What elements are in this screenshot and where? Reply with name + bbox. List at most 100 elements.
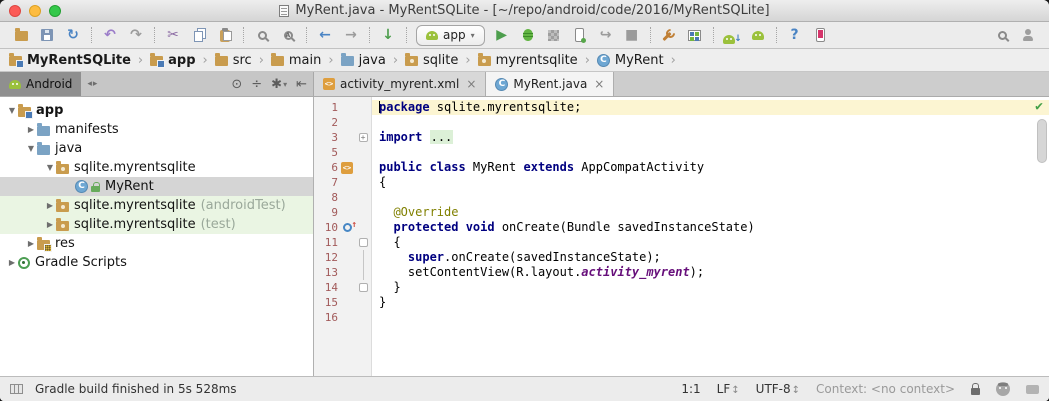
code-line[interactable] [372, 310, 1049, 325]
undo-button[interactable]: ↶ [98, 24, 122, 46]
view-switch-arrows-icon[interactable]: ◂▸ [87, 79, 98, 89]
paste-button[interactable] [213, 24, 237, 46]
cut-button[interactable]: ✂ [161, 24, 185, 46]
breadcrumb-item[interactable]: java [340, 53, 387, 68]
tree-collapsed-arrow-icon[interactable]: ▶ [25, 125, 37, 134]
back-button[interactable]: ← [313, 24, 337, 46]
breadcrumb-item[interactable]: src [214, 53, 253, 68]
avd-manager-button[interactable] [683, 24, 707, 46]
override-gutter-cell[interactable] [338, 220, 357, 232]
breadcrumb-item[interactable]: MyRentSQLite [8, 53, 132, 68]
run-device-button[interactable] [568, 24, 592, 46]
fold-cell[interactable] [356, 235, 370, 250]
tree-item[interactable]: ▼ app [0, 101, 313, 120]
editor-tab[interactable]: <> activity_myrent.xml × [314, 72, 487, 96]
encoding-selector[interactable]: UTF-8↕ [756, 382, 800, 396]
code-line[interactable] [372, 190, 1049, 205]
fold-cell[interactable]: + [356, 130, 370, 145]
tree-item[interactable]: ▶ res [0, 234, 313, 253]
minimize-window-button[interactable] [29, 5, 41, 17]
fold-marker-icon[interactable] [358, 283, 368, 292]
redo-button[interactable]: ↷ [124, 24, 148, 46]
breadcrumb-item[interactable]: app [149, 53, 196, 68]
find-button[interactable] [250, 24, 274, 46]
zoom-window-button[interactable] [49, 5, 61, 17]
caret-position[interactable]: 1:1 [681, 382, 700, 396]
close-window-button[interactable] [9, 5, 21, 17]
inspection-ok-check-icon[interactable]: ✔ [1035, 99, 1043, 114]
code-line[interactable]: { [372, 175, 1049, 190]
code-line[interactable]: } [372, 295, 1049, 310]
line-ending-selector[interactable]: LF↕ [717, 382, 740, 396]
tree-collapsed-arrow-icon[interactable]: ▶ [25, 239, 37, 248]
tree-item[interactable]: C MyRent [0, 177, 313, 196]
editor-code-area[interactable]: package sqlite.myrentsqlite; import ... … [372, 97, 1049, 376]
editor-tab[interactable]: C MyRent.java × [486, 72, 615, 96]
help-button[interactable]: ? [783, 24, 807, 46]
fold-marker-icon[interactable] [358, 238, 368, 247]
breadcrumb-item[interactable]: C MyRent [596, 53, 665, 68]
breadcrumb-item[interactable]: main [270, 53, 322, 68]
save-button[interactable] [35, 24, 59, 46]
tree-collapsed-arrow-icon[interactable]: ▶ [44, 201, 56, 210]
collapse-all-icon[interactable]: ÷ [251, 77, 262, 92]
tree-collapsed-arrow-icon[interactable]: ▶ [6, 258, 18, 267]
breadcrumb-item[interactable]: sqlite [404, 53, 459, 68]
tool-window-selector[interactable]: Android [0, 72, 82, 96]
code-line[interactable]: protected void onCreate(Bundle savedInst… [372, 220, 1049, 235]
run-button[interactable]: ▶ [490, 24, 514, 46]
code-line[interactable]: setContentView(R.layout.activity_myrent)… [372, 265, 1049, 280]
code-line[interactable] [372, 145, 1049, 160]
code-line[interactable]: package sqlite.myrentsqlite; [372, 100, 1049, 115]
tree-item[interactable]: ▶ manifests [0, 120, 313, 139]
tree-item[interactable]: ▼ java [0, 139, 313, 158]
sync-gradle-button[interactable] [657, 24, 681, 46]
coverage-button[interactable] [542, 24, 566, 46]
code-editor[interactable]: 123+56<>78910111213141516 package sqlite… [314, 97, 1049, 376]
open-button[interactable] [9, 24, 33, 46]
xml-file-gutter-cell[interactable]: <> [338, 161, 356, 174]
tree-expanded-arrow-icon[interactable]: ▼ [44, 163, 56, 172]
feedback-bubble-icon[interactable] [1026, 385, 1039, 394]
device-monitor-button[interactable] [746, 24, 770, 46]
close-tab-icon[interactable]: × [594, 77, 604, 91]
settings-gear-icon[interactable]: ✱ ▾ [271, 77, 287, 92]
tree-collapsed-arrow-icon[interactable]: ▶ [44, 220, 56, 229]
vcs-update-button[interactable]: ↓ [376, 24, 400, 46]
debug-button[interactable] [516, 24, 540, 46]
fold-cell[interactable] [356, 280, 370, 295]
tree-expanded-arrow-icon[interactable]: ▼ [25, 144, 37, 153]
fold-expand-icon[interactable]: + [358, 133, 368, 142]
toolwindow-toggle-icon[interactable] [10, 384, 23, 394]
tree-item[interactable]: ▶ Gradle Scripts [0, 253, 313, 272]
tree-expanded-arrow-icon[interactable]: ▼ [6, 106, 18, 115]
code-line[interactable]: public class MyRent extends AppCompatAct… [372, 160, 1049, 175]
attach-debugger-button[interactable]: ↪ [594, 24, 618, 46]
context-indicator[interactable]: Context: <no context> [816, 382, 955, 396]
hide-panel-icon[interactable]: ⇤ [296, 77, 307, 92]
user-button[interactable] [1016, 24, 1040, 46]
code-line[interactable] [372, 115, 1049, 130]
close-tab-icon[interactable]: × [466, 77, 476, 91]
replace-button[interactable] [276, 24, 300, 46]
sync-button[interactable]: ↻ [61, 24, 85, 46]
run-configuration-selector[interactable]: app ▾ [416, 24, 485, 46]
tree-item[interactable]: ▶ sqlite.myrentsqlite (androidTest) [0, 196, 313, 215]
code-line[interactable]: import ... [372, 130, 1049, 145]
stop-button[interactable]: ■ [620, 24, 644, 46]
forward-button[interactable]: → [339, 24, 363, 46]
sdk-manager-button[interactable] [720, 24, 744, 46]
code-line[interactable]: } [372, 280, 1049, 295]
unlock-icon[interactable] [971, 382, 980, 395]
connected-devices-button[interactable] [809, 24, 833, 46]
code-line[interactable]: @Override [372, 205, 1049, 220]
tree-item[interactable]: ▶ sqlite.myrentsqlite (test) [0, 215, 313, 234]
copy-button[interactable] [187, 24, 211, 46]
code-line[interactable]: super.onCreate(savedInstanceState); [372, 250, 1049, 265]
breadcrumb-item[interactable]: myrentsqlite [477, 53, 579, 68]
inspections-profile-icon[interactable] [996, 382, 1010, 396]
editor-scrollbar-thumb[interactable] [1037, 119, 1047, 163]
navigate-icon[interactable]: ⊙ [231, 77, 242, 92]
tree-item[interactable]: ▼ sqlite.myrentsqlite [0, 158, 313, 177]
search-button[interactable] [990, 24, 1014, 46]
